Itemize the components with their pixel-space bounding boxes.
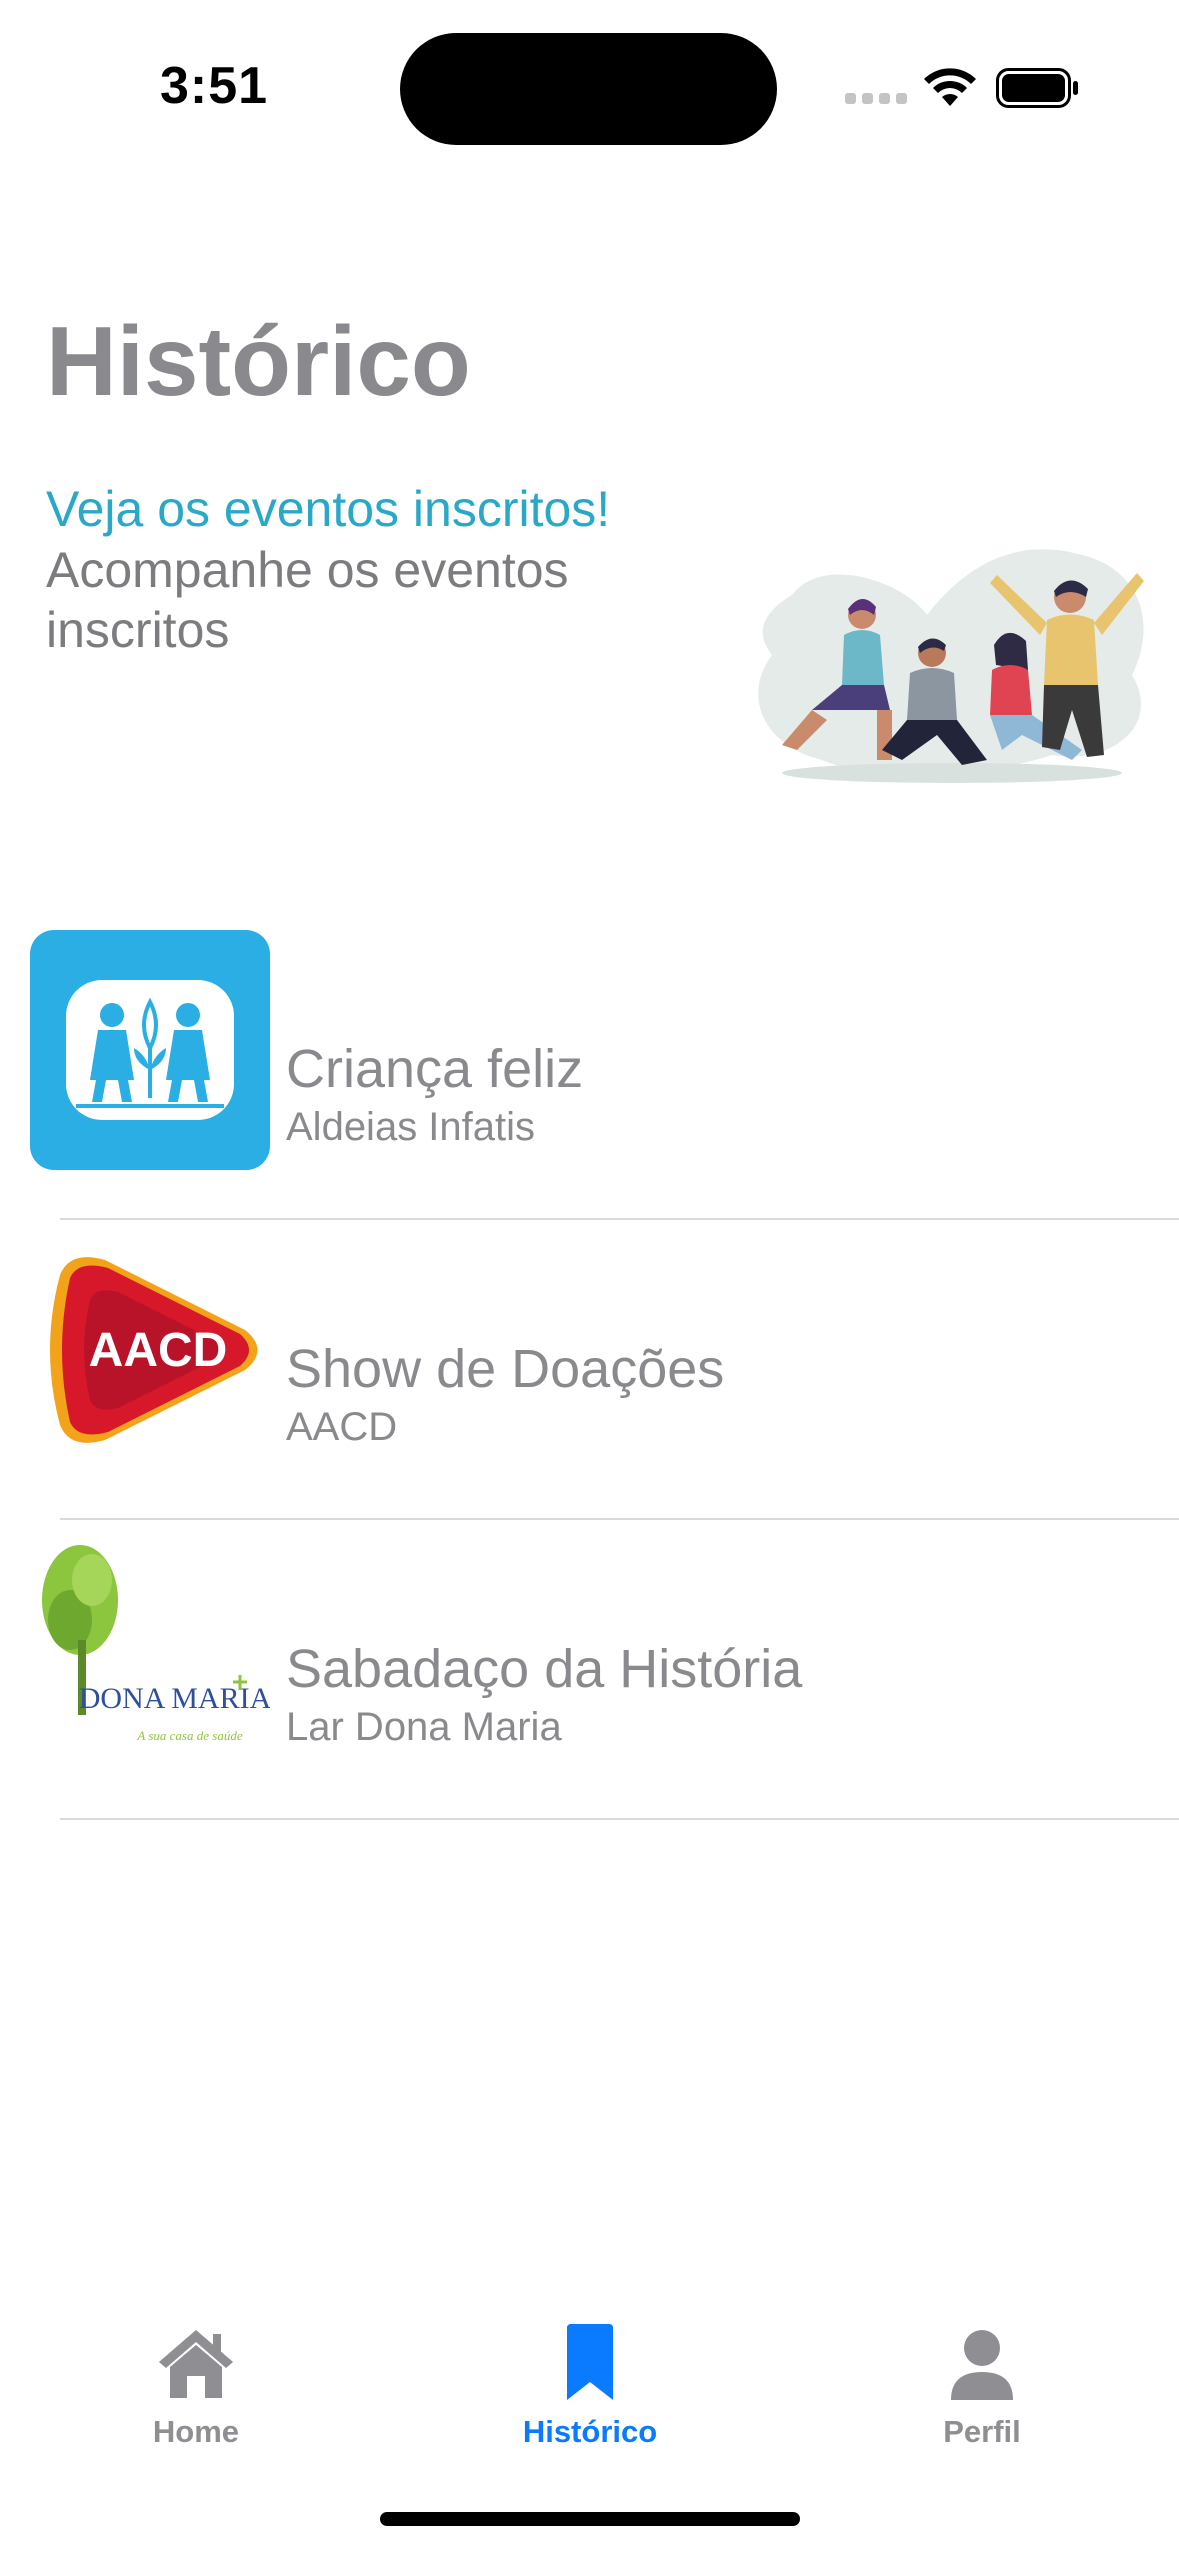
event-row-show-de-doacoes[interactable]: AACD Show de Doações AACD <box>0 1220 1179 1520</box>
aacd-logo-text: AACD <box>89 1324 228 1377</box>
subtitle-description: Acompanhe os eventos inscritos <box>46 542 569 658</box>
home-indicator <box>380 2512 800 2526</box>
event-organization: AACD <box>286 1405 398 1449</box>
friends-celebrating-illustration <box>758 549 1144 783</box>
event-row-crianca-feliz[interactable]: Criança feliz Aldeias Infatis <box>0 920 1179 1220</box>
dona-maria-logo-tagline: A sua casa de saúde <box>136 1728 242 1743</box>
house-icon <box>159 2330 233 2398</box>
event-title: Sabadaço da História <box>286 1639 803 1699</box>
event-organization: Aldeias Infatis <box>286 1105 536 1149</box>
battery-icon <box>996 68 1078 108</box>
tab-bar: Home Histórico Perfil <box>0 2300 1179 2480</box>
aacd-logo: AACD <box>50 1257 258 1443</box>
tab-label: Histórico <box>522 2414 658 2449</box>
status-time: 3:51 <box>160 57 269 115</box>
tab-perfil[interactable]: Perfil <box>862 2300 1102 2450</box>
historico-screen: 3:51 Histórico Veja os eventos inscritos… <box>0 0 1179 2556</box>
event-row-sabadaco-da-historia[interactable]: DONA MARIA A sua casa de saúde Sabadaço … <box>0 1520 1179 1820</box>
page-title: Histórico <box>46 306 471 416</box>
cellular-signal-icon <box>845 93 907 105</box>
event-title: Show de Doações <box>286 1339 725 1399</box>
event-organization: Lar Dona Maria <box>286 1705 562 1749</box>
wifi-icon <box>924 68 976 106</box>
event-title: Criança feliz <box>286 1039 584 1099</box>
person-icon <box>951 2330 1013 2400</box>
bookmark-icon <box>567 2324 613 2400</box>
aldeias-infantis-logo <box>30 930 270 1170</box>
dona-maria-logo: DONA MARIA A sua casa de saúde <box>30 1530 270 1770</box>
divider <box>60 1818 1179 1820</box>
tab-label: Home <box>152 2414 240 2449</box>
tab-home[interactable]: Home <box>76 2300 316 2450</box>
event-list: Criança feliz Aldeias Infatis AACD Show … <box>0 920 1179 1820</box>
tab-historico[interactable]: Histórico <box>470 2300 710 2450</box>
subtitle-accent: Veja os eventos inscritos! <box>46 481 611 537</box>
dynamic-island <box>400 33 777 145</box>
tab-label: Perfil <box>943 2414 1021 2449</box>
